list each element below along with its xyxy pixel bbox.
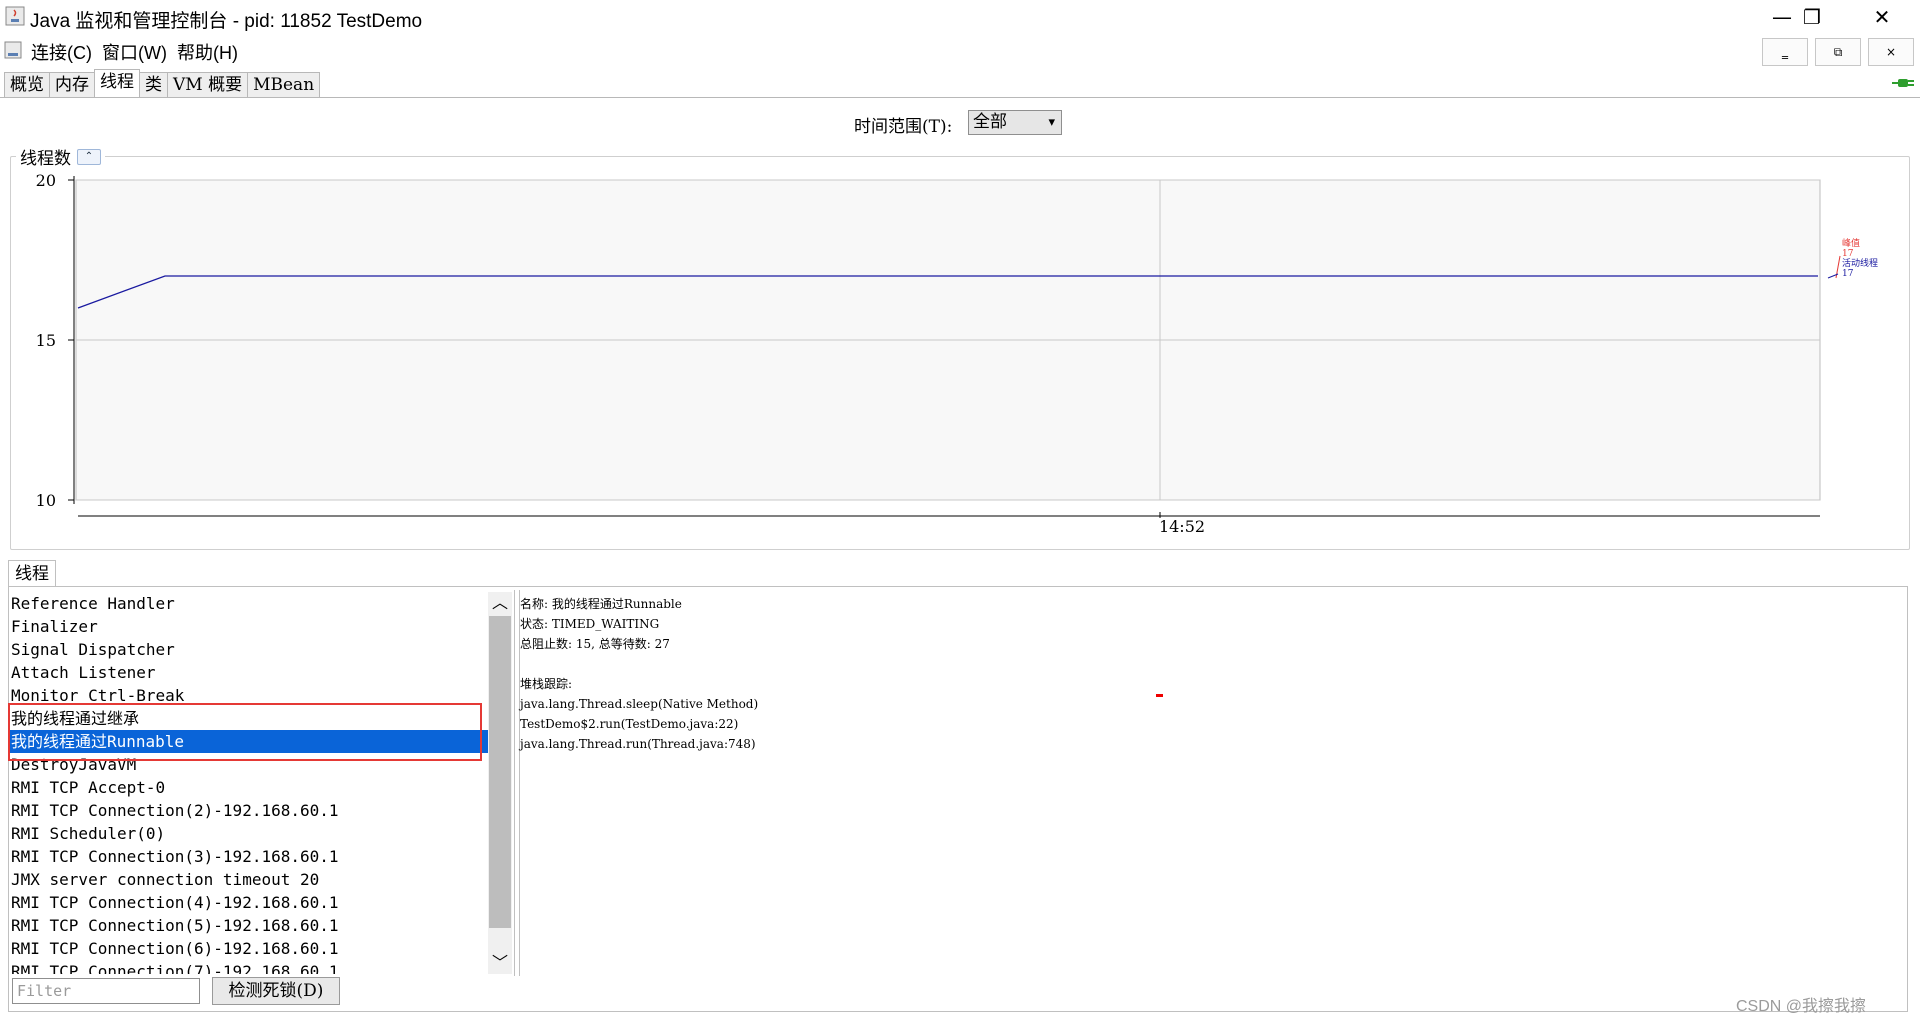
thread-list-item[interactable]: Finalizer [10,615,488,638]
thread-count-chart: 201510 14:52 峰值17活动线程17 [36,171,1878,536]
thread-list-item[interactable]: RMI TCP Connection(5)-192.168.60.1 [10,914,488,937]
thread-list-item[interactable]: JMX server connection timeout 20 [10,868,488,891]
thread-list-item[interactable]: RMI TCP Connection(2)-192.168.60.1 [10,799,488,822]
y-tick-label: 10 [36,491,56,510]
filter-input[interactable] [12,978,200,1004]
annotation-highlight-box [8,703,482,761]
stack-frame: java.lang.Thread.run(Thread.java:748) [520,737,756,751]
thread-list-item[interactable]: RMI TCP Connection(3)-192.168.60.1 [10,845,488,868]
legend-value: 17 [1842,269,1854,279]
scroll-up-icon[interactable]: ︿ [488,592,512,614]
detail-state: 状态: TIMED_WAITING [520,617,660,631]
legend-label: 峰值 [1842,237,1860,249]
thread-list-item[interactable]: RMI TCP Connection(6)-192.168.60.1 [10,937,488,960]
chart-legend: 峰值17活动线程17 [1827,237,1878,279]
x-tick-label: 14:52 [1159,517,1205,536]
thread-list-item[interactable]: RMI Scheduler(0) [10,822,488,845]
y-tick-label: 15 [36,331,56,350]
thread-list-item[interactable]: RMI TCP Connection(7)-192.168.60.1 [10,960,488,974]
thread-list[interactable]: Reference Handler Finalizer Signal Dispatc… [10,592,488,974]
threads-panel-tab[interactable]: 线程 [8,560,56,587]
scroll-thumb[interactable] [489,616,511,928]
thread-list-item[interactable]: Signal Dispatcher [10,638,488,661]
detect-deadlock-button[interactable]: 检测死锁(D) [212,977,340,1005]
stack-frame: java.lang.Thread.sleep(Native Method) [520,697,759,711]
thread-list-item[interactable]: Attach Listener [10,661,488,684]
legend-value: 17 [1842,249,1854,259]
thread-list-item[interactable]: Reference Handler [10,592,488,615]
tab-threads[interactable]: 线程 [94,69,140,96]
watermark: CSDN @我擦我擦 [1736,998,1867,1015]
y-tick-label: 20 [36,171,56,190]
red-annotation-mark [1156,694,1163,697]
detail-counts: 总阻止数: 15, 总等待数: 27 [520,637,670,651]
scroll-down-icon[interactable]: ﹀ [488,952,512,974]
detail-stack-label: 堆栈跟踪: [520,677,573,691]
thread-details: 名称: 我的线程通过Runnable 状态: TIMED_WAITING 总阻止… [520,594,1420,754]
stack-frame: TestDemo$2.run(TestDemo.java:22) [520,717,739,731]
thread-list-scrollbar[interactable]: ︿ ﹀ [488,592,512,974]
thread-list-item[interactable]: RMI TCP Connection(4)-192.168.60.1 [10,891,488,914]
detail-name: 名称: 我的线程通过Runnable [520,597,682,611]
thread-list-item[interactable]: RMI TCP Accept-0 [10,776,488,799]
legend-label: 活动线程 [1842,257,1878,269]
y-ticks: 20 15 10 [36,171,74,510]
